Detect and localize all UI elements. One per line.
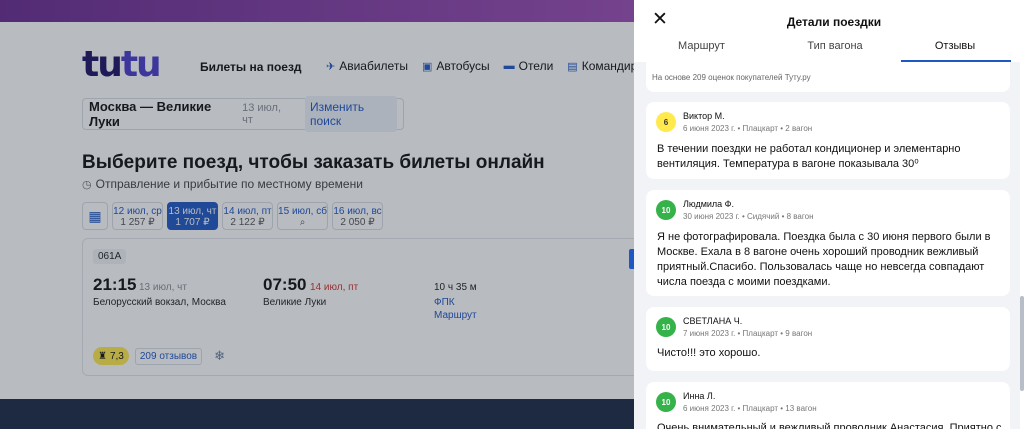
review-score: 10 — [656, 392, 676, 412]
drawer-header: ✕ Детали поездки Маршрут Тип вагона Отзы… — [634, 0, 1024, 62]
review-meta: 6 июня 2023 г. • Плацкарт • 13 вагон — [683, 404, 817, 413]
review-score: 10 — [656, 200, 676, 220]
review-card: 6 Виктор М. 6 июня 2023 г. • Плацкарт • … — [646, 102, 1010, 179]
review-text: Чисто!!! это хорошо. — [657, 347, 761, 359]
tab-car-type[interactable]: Тип вагона — [769, 40, 901, 62]
review-meta: 7 июня 2023 г. • Плацкарт • 9 вагон — [683, 329, 813, 338]
drawer-title: Детали поездки — [786, 15, 882, 29]
modal-backdrop[interactable] — [0, 0, 634, 429]
reviewer-name: Людмила Ф. — [683, 199, 735, 209]
drawer-tabs: Маршрут Тип вагона Отзывы — [634, 40, 1024, 62]
review-score: 6 — [656, 112, 676, 132]
review-text: Очень внимательный и вежливый проводник … — [657, 422, 1002, 429]
reviewer-name: Виктор М. — [683, 111, 725, 121]
review-card: 10 Людмила Ф. 30 июня 2023 г. • Сидячий … — [646, 190, 1010, 296]
review-text: В течении поездки не работал кондиционер… — [657, 143, 961, 170]
review-meta: 6 июня 2023 г. • Плацкарт • 2 вагон — [683, 124, 813, 133]
drawer-scrollbar-thumb[interactable] — [1020, 296, 1024, 391]
reviews-summary: На основе 209 оценок покупателей Туту.ру — [646, 62, 1010, 92]
tab-reviews[interactable]: Отзывы — [901, 40, 1011, 62]
review-meta: 30 июня 2023 г. • Сидячий • 8 вагон — [683, 212, 814, 221]
trip-details-drawer: ✕ Детали поездки Маршрут Тип вагона Отзы… — [634, 0, 1024, 429]
reviewer-name: Инна Л. — [683, 391, 716, 401]
reviewer-name: СВЕТЛАНА Ч. — [683, 316, 743, 326]
review-text: Я не фотографировала. Поездка была с 30 … — [657, 231, 991, 288]
review-card: 10 Инна Л. 6 июня 2023 г. • Плацкарт • 1… — [646, 382, 1010, 429]
review-score: 10 — [656, 317, 676, 337]
tab-route[interactable]: Маршрут — [634, 40, 769, 62]
review-card: 10 СВЕТЛАНА Ч. 7 июня 2023 г. • Плацкарт… — [646, 307, 1010, 371]
